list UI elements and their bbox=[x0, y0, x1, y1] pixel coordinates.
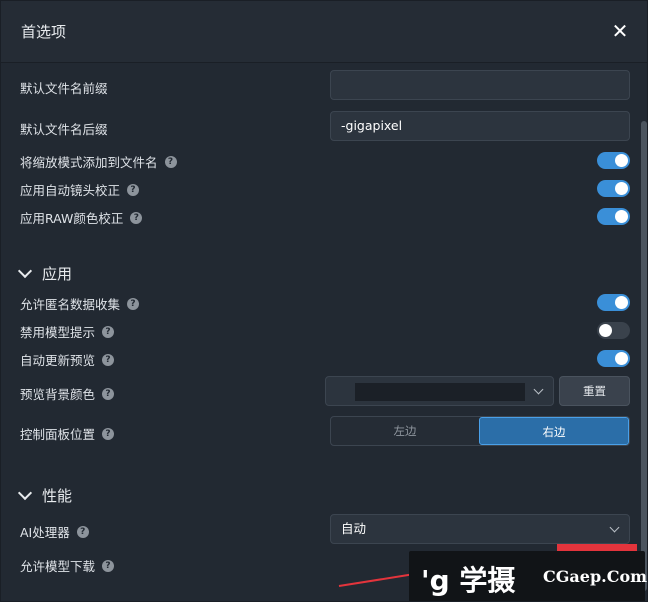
help-icon[interactable]: ? bbox=[127, 297, 140, 310]
anon-label: 允许匿名数据收集 bbox=[20, 297, 121, 312]
bg-color-select[interactable] bbox=[325, 376, 554, 406]
add-scale-label: 将缩放模式添加到文件名 bbox=[20, 155, 158, 170]
chevron-down-icon bbox=[17, 263, 33, 278]
anon-toggle[interactable] bbox=[597, 294, 630, 311]
ai-processor-select[interactable]: 自动 bbox=[330, 514, 630, 544]
dialog-titlebar: 首选项 ✕ bbox=[1, 1, 647, 63]
hints-label: 禁用模型提示 bbox=[20, 325, 96, 340]
anon-row: 允许匿名数据收集 ? bbox=[20, 294, 140, 313]
add-scale-toggle[interactable] bbox=[597, 152, 630, 169]
preview-label: 自动更新预览 bbox=[20, 353, 96, 368]
panel-position-segment: 左边 右边 bbox=[330, 416, 630, 446]
color-swatch bbox=[355, 383, 525, 401]
help-icon[interactable]: ? bbox=[102, 325, 115, 338]
preview-row: 自动更新预览 ? bbox=[20, 350, 115, 369]
suffix-input[interactable]: -gigapixel bbox=[330, 111, 630, 141]
suffix-label: 默认文件名后缀 bbox=[20, 122, 108, 137]
watermark-text: CGaep.Com bbox=[543, 567, 648, 586]
panel-right-option[interactable]: 右边 bbox=[479, 417, 629, 445]
help-icon[interactable]: ? bbox=[102, 559, 115, 572]
chevron-down-icon bbox=[17, 485, 33, 500]
add-scale-row: 将缩放模式添加到文件名 ? bbox=[20, 152, 177, 171]
download-label: 允许模型下载 bbox=[20, 559, 96, 574]
prefix-label: 默认文件名前缀 bbox=[20, 81, 108, 96]
toggle-knob bbox=[599, 324, 612, 337]
watermark-logo: 'g 学摄 bbox=[421, 564, 516, 597]
bg-color-label: 预览背景颜色 bbox=[20, 387, 96, 402]
ai-processor-row: AI处理器 ? bbox=[20, 522, 89, 541]
prefix-row: 默认文件名前缀 bbox=[20, 78, 108, 97]
bg-color-row: 预览背景颜色 ? bbox=[20, 384, 115, 403]
help-icon[interactable]: ? bbox=[102, 387, 115, 400]
help-icon[interactable]: ? bbox=[127, 183, 140, 196]
help-icon[interactable]: ? bbox=[130, 211, 143, 224]
toggle-knob bbox=[615, 296, 628, 309]
scrollbar-thumb[interactable] bbox=[641, 121, 647, 591]
close-icon[interactable]: ✕ bbox=[609, 20, 631, 42]
preview-toggle[interactable] bbox=[597, 350, 630, 367]
download-row: 允许模型下载 ? bbox=[20, 556, 115, 575]
perf-section-title: 性能 bbox=[42, 487, 73, 505]
raw-row: 应用RAW颜色校正 ? bbox=[20, 208, 143, 227]
toggle-knob bbox=[615, 154, 628, 167]
ai-processor-label: AI处理器 bbox=[20, 525, 70, 540]
app-section-title: 应用 bbox=[42, 265, 73, 283]
help-icon[interactable]: ? bbox=[102, 353, 115, 366]
dialog-title: 首选项 bbox=[21, 23, 67, 41]
help-icon[interactable]: ? bbox=[102, 427, 115, 440]
suffix-row: 默认文件名后缀 bbox=[20, 119, 108, 138]
lens-label: 应用自动镜头校正 bbox=[20, 183, 121, 198]
chevron-down-icon bbox=[609, 522, 620, 533]
reset-button[interactable]: 重置 bbox=[559, 376, 630, 406]
toggle-knob bbox=[615, 352, 628, 365]
ai-processor-value: 自动 bbox=[341, 521, 367, 536]
chevron-down-icon bbox=[533, 384, 544, 395]
help-icon[interactable]: ? bbox=[76, 525, 89, 538]
hints-toggle[interactable] bbox=[597, 322, 630, 339]
toggle-knob bbox=[615, 182, 628, 195]
raw-toggle[interactable] bbox=[597, 208, 630, 225]
toggle-knob bbox=[615, 210, 628, 223]
app-section-header[interactable]: 应用 bbox=[17, 263, 73, 284]
prefix-input[interactable] bbox=[330, 70, 630, 100]
panel-position-row: 控制面板位置 ? bbox=[20, 424, 115, 443]
perf-section-header[interactable]: 性能 bbox=[17, 485, 73, 506]
hints-row: 禁用模型提示 ? bbox=[20, 322, 115, 341]
lens-toggle[interactable] bbox=[597, 180, 630, 197]
preferences-dialog: 首选项 ✕ 默认文件名前缀 默认文件名后缀 -gigapixel 将缩放模式添加… bbox=[0, 0, 648, 602]
watermark: 'g 学摄 CGaep.Com bbox=[409, 551, 648, 601]
panel-left-option[interactable]: 左边 bbox=[331, 417, 479, 445]
lens-row: 应用自动镜头校正 ? bbox=[20, 180, 140, 199]
preferences-scroll-area: 默认文件名前缀 默认文件名后缀 -gigapixel 将缩放模式添加到文件名 ?… bbox=[1, 64, 647, 601]
raw-label: 应用RAW颜色校正 bbox=[20, 211, 124, 226]
panel-position-label: 控制面板位置 bbox=[20, 427, 96, 442]
help-icon[interactable]: ? bbox=[164, 155, 177, 168]
